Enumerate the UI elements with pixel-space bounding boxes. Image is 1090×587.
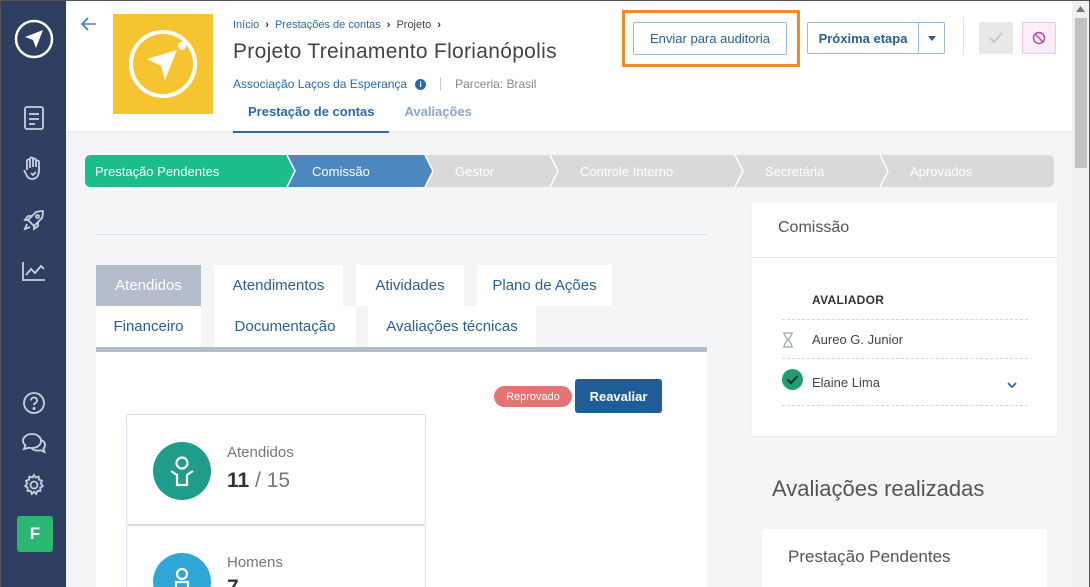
rocket-icon[interactable] (18, 204, 50, 236)
stat-value: 11 / 15 (227, 469, 291, 492)
reevaluate-button[interactable]: Reavaliar (575, 379, 662, 413)
breadcrumb-separator: › (437, 19, 441, 31)
stat-card-atendidos: Atendidos 11 / 15 (126, 414, 426, 525)
evaluations-title: Avaliações realizadas (772, 476, 985, 501)
divider (752, 257, 1057, 258)
tab-atividades[interactable]: Atividades (356, 265, 464, 306)
step-gestor[interactable]: Gestor (455, 155, 494, 187)
help-icon[interactable] (18, 387, 50, 419)
next-step-button[interactable]: Próxima etapa (807, 22, 918, 54)
avatar[interactable]: F (17, 516, 53, 552)
tab-prestacao-de-contas[interactable]: Prestação de contas (233, 97, 390, 133)
workflow-stepper: Prestação Pendentes Comissão Gestor Cont… (85, 155, 1054, 187)
chevron-down-icon (927, 35, 936, 41)
reject-button[interactable] (1022, 22, 1056, 54)
evaluator-header: AVALIADOR (812, 293, 885, 307)
project-logo (113, 14, 213, 114)
tab-documentacao[interactable]: Documentação (214, 306, 356, 347)
stat-label: Homens (227, 554, 283, 571)
next-step-dropdown[interactable] (918, 22, 945, 54)
breadcrumb-separator: › (386, 19, 391, 31)
evaluator-name: Elaine Lima (812, 375, 880, 390)
chevron-down-icon[interactable] (1007, 376, 1017, 394)
hand-heart-icon[interactable] (18, 153, 50, 185)
step-aprovados[interactable]: Aprovados (910, 155, 972, 187)
hourglass-icon (782, 332, 794, 353)
breadcrumb-projeto: Projeto (396, 19, 432, 31)
parceria-text: Parceria: Brasil (455, 77, 537, 91)
sidebar: F (0, 0, 66, 587)
breadcrumb-separator: › (265, 19, 269, 31)
scrollbar[interactable] (1072, 0, 1090, 587)
back-arrow-icon[interactable] (80, 15, 98, 33)
evaluator-name: Aureo G. Junior (812, 332, 904, 347)
commission-card: Comissão AVALIADOR Aureo G. Junior Elain… (752, 202, 1057, 436)
step-secretaria[interactable]: Secretária (765, 155, 824, 187)
chart-icon[interactable] (18, 255, 50, 287)
tab-atendidos[interactable]: Atendidos (96, 265, 201, 306)
tab-plano-de-acoes[interactable]: Plano de Ações (477, 265, 612, 306)
tab-avaliacoes-tecnicas[interactable]: Avaliações técnicas (368, 306, 536, 347)
divider (440, 77, 442, 91)
stat-card-homens: Homens 7 (126, 525, 426, 587)
person-icon (153, 442, 211, 500)
send-to-audit-button[interactable]: Enviar para auditoria (633, 22, 787, 55)
step-comissao[interactable]: Comissão (312, 155, 370, 187)
approve-button[interactable] (979, 22, 1013, 54)
divider (782, 319, 1028, 320)
commission-title: Comissão (778, 219, 850, 236)
check-circle-icon (782, 369, 803, 395)
project-subtitle: Associação Laços da Esperança i Parceria… (233, 77, 536, 91)
breadcrumb-prestacoes[interactable]: Prestações de contas (275, 19, 381, 31)
breadcrumb-home[interactable]: Início (233, 19, 259, 31)
highlight-box: Enviar para auditoria (622, 10, 800, 67)
step-prestacao-pendentes[interactable]: Prestação Pendentes (95, 155, 219, 187)
scrollbar-thumb[interactable] (1075, 18, 1087, 168)
check-icon (989, 32, 1003, 44)
step-controle-interno[interactable]: Controle Interno (580, 155, 673, 187)
stat-value: 7 (227, 576, 239, 587)
organization-link[interactable]: Associação Laços da Esperança (233, 77, 407, 91)
scroll-up-icon[interactable] (1076, 6, 1085, 12)
male-icon (153, 553, 211, 587)
divider (963, 17, 964, 55)
page-title: Projeto Treinamento Florianópolis (233, 40, 557, 63)
status-badge: Reprovado (494, 386, 572, 407)
tab-avaliacoes[interactable]: Avaliações (389, 97, 486, 133)
breadcrumb: Início › Prestações de contas › Projeto … (233, 19, 441, 31)
stat-label: Atendidos (227, 444, 294, 461)
divider (96, 234, 707, 235)
tab-atendimentos[interactable]: Atendimentos (214, 265, 343, 306)
header-tabs: Prestação de contas Avaliações (233, 97, 487, 133)
document-icon[interactable] (18, 102, 50, 134)
evaluation-card-title: Prestação Pendentes (788, 547, 951, 566)
info-icon[interactable]: i (415, 78, 427, 90)
tab-financeiro[interactable]: Financeiro (96, 306, 201, 347)
block-icon (1032, 31, 1046, 45)
divider (782, 358, 1028, 359)
evaluation-card[interactable]: Prestação Pendentes (762, 529, 1047, 587)
app-logo-icon[interactable] (13, 18, 55, 60)
gear-icon[interactable] (18, 469, 50, 501)
chat-icon[interactable] (18, 427, 50, 459)
divider (782, 405, 1028, 406)
page-header: Início › Prestações de contas › Projeto … (66, 0, 1072, 133)
stepper-bar (85, 155, 1054, 187)
